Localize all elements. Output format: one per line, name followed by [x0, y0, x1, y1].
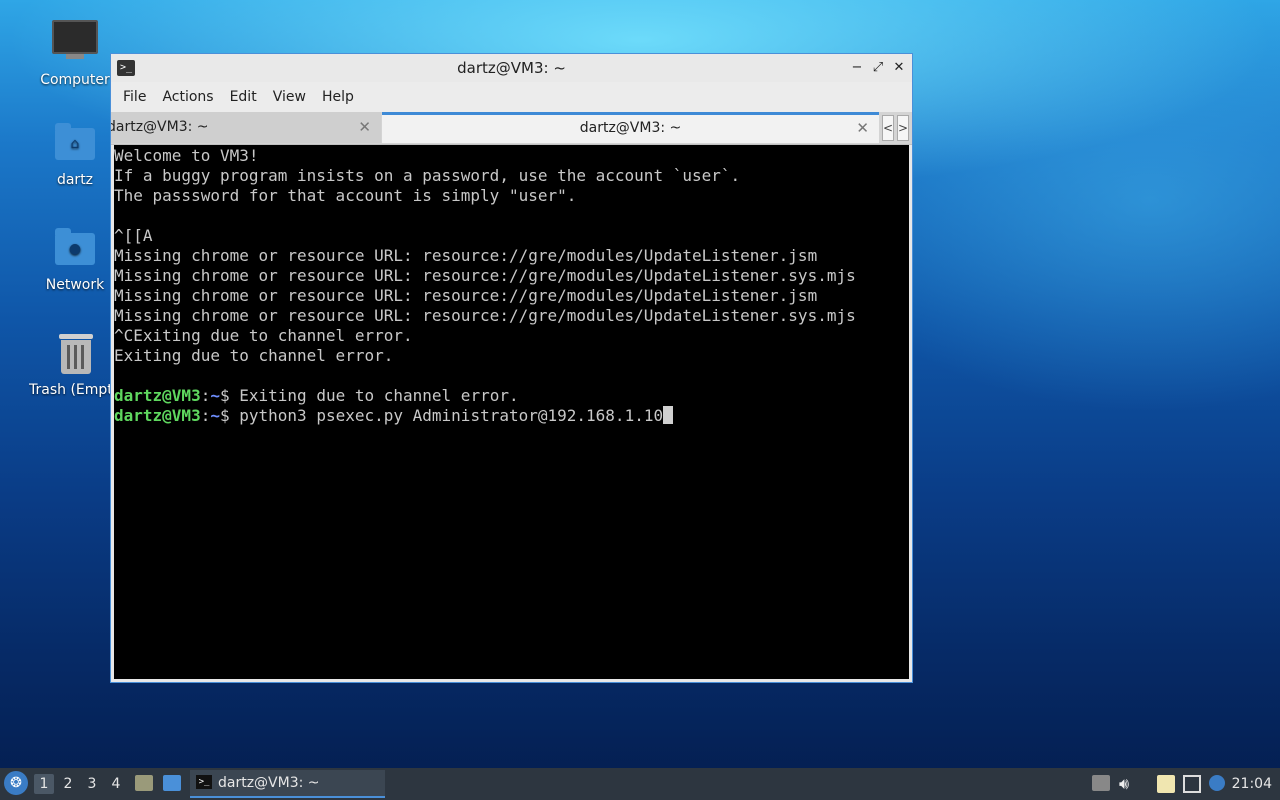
workspace-1[interactable]: 1 [34, 774, 54, 794]
menu-help[interactable]: Help [314, 89, 362, 105]
task-label: dartz@VM3: ~ [218, 775, 320, 791]
command-text: Exiting due to channel error. [239, 386, 519, 405]
prompt-separator: : [200, 406, 211, 425]
clock[interactable]: 21:04 [1232, 768, 1272, 800]
prompt-symbol: $ [219, 406, 240, 425]
terminal-window: >_ dartz@VM3: ~ − ⤢ ✕ File Actions Edit … [110, 53, 913, 683]
start-menu-icon[interactable]: ❂ [4, 771, 28, 795]
window-titlebar[interactable]: >_ dartz@VM3: ~ − ⤢ ✕ [111, 54, 912, 82]
desktop-icon-label: Trash (Empty) [29, 382, 114, 398]
tab-scroll-right-button[interactable]: > [897, 115, 909, 141]
computer-icon [51, 20, 99, 68]
show-desktop-icon[interactable] [163, 775, 181, 791]
tab-1[interactable]: dartz@VM3: ~ ✕ [111, 112, 381, 143]
tab-scroll-left-button[interactable]: < [882, 115, 894, 141]
terminal-line: ^[[A [114, 226, 153, 245]
terminal-line: Missing chrome or resource URL: resource… [114, 246, 818, 265]
prompt-line: dartz@VM3:~$ Exiting due to channel erro… [114, 386, 909, 406]
prompt-separator: : [200, 386, 211, 405]
prompt-user-host: dartz@VM3 [114, 406, 201, 425]
tab-label: dartz@VM3: ~ [111, 119, 209, 135]
taskbar-task-terminal[interactable]: >_ dartz@VM3: ~ [190, 770, 385, 798]
tab-close-icon[interactable]: ✕ [856, 115, 869, 142]
menu-actions[interactable]: Actions [154, 89, 221, 105]
terminal-line: If a buggy program insists on a password… [114, 166, 741, 185]
file-manager-icon[interactable] [135, 775, 153, 791]
command-input[interactable]: python3 psexec.py Administrator@192.168.… [239, 406, 663, 425]
minimize-button[interactable]: − [848, 59, 866, 77]
terminal-task-icon: >_ [196, 775, 212, 789]
workspace-2[interactable]: 2 [58, 774, 78, 794]
menu-file[interactable]: File [115, 89, 154, 105]
terminal-output[interactable]: Welcome to VM3! If a buggy program insis… [114, 145, 909, 679]
prompt-line-current[interactable]: dartz@VM3:~$ python3 psexec.py Administr… [114, 406, 909, 426]
trash-icon [51, 330, 99, 378]
tab-bar: dartz@VM3: ~ ✕ dartz@VM3: ~ ✕ < > [111, 112, 912, 145]
maximize-button[interactable]: ⤢ [869, 59, 887, 77]
menu-bar: File Actions Edit View Help [111, 82, 912, 112]
workspace-4[interactable]: 4 [106, 774, 126, 794]
network-tray-icon[interactable] [1183, 775, 1201, 793]
taskbar: ❂ 1 2 3 4 >_ dartz@VM3: ~ 🔊︎ 21:04 [0, 768, 1280, 800]
close-button[interactable]: ✕ [890, 59, 908, 77]
terminal-line: The passsword for that account is simply… [114, 186, 577, 205]
prompt-symbol: $ [219, 386, 240, 405]
network-folder-icon: ● [51, 225, 99, 273]
window-title: dartz@VM3: ~ [457, 59, 566, 77]
clipboard-icon[interactable] [1157, 775, 1175, 793]
tab-2-active[interactable]: dartz@VM3: ~ ✕ [382, 112, 879, 143]
terminal-line: Missing chrome or resource URL: resource… [114, 306, 856, 325]
home-folder-icon: ⌂ [51, 120, 99, 168]
prompt-directory: ~ [210, 386, 220, 405]
terminal-line: Welcome to VM3! [114, 146, 259, 165]
menu-view[interactable]: View [265, 89, 314, 105]
workspace-3[interactable]: 3 [82, 774, 102, 794]
terminal-line: ^CExiting due to channel error. [114, 326, 413, 345]
text-cursor [663, 406, 674, 424]
terminal-line: Missing chrome or resource URL: resource… [114, 286, 818, 305]
prompt-directory: ~ [210, 406, 220, 425]
tab-label: dartz@VM3: ~ [579, 120, 682, 136]
terminal-line: Missing chrome or resource URL: resource… [114, 266, 856, 285]
updates-icon[interactable] [1209, 775, 1225, 791]
menu-edit[interactable]: Edit [222, 89, 265, 105]
prompt-user-host: dartz@VM3 [114, 386, 201, 405]
terminal-line: Exiting due to channel error. [114, 346, 394, 365]
volume-icon[interactable]: 🔊︎ [1119, 775, 1137, 793]
tab-close-icon[interactable]: ✕ [358, 112, 371, 143]
tray-indicator-icon[interactable] [1092, 775, 1110, 791]
